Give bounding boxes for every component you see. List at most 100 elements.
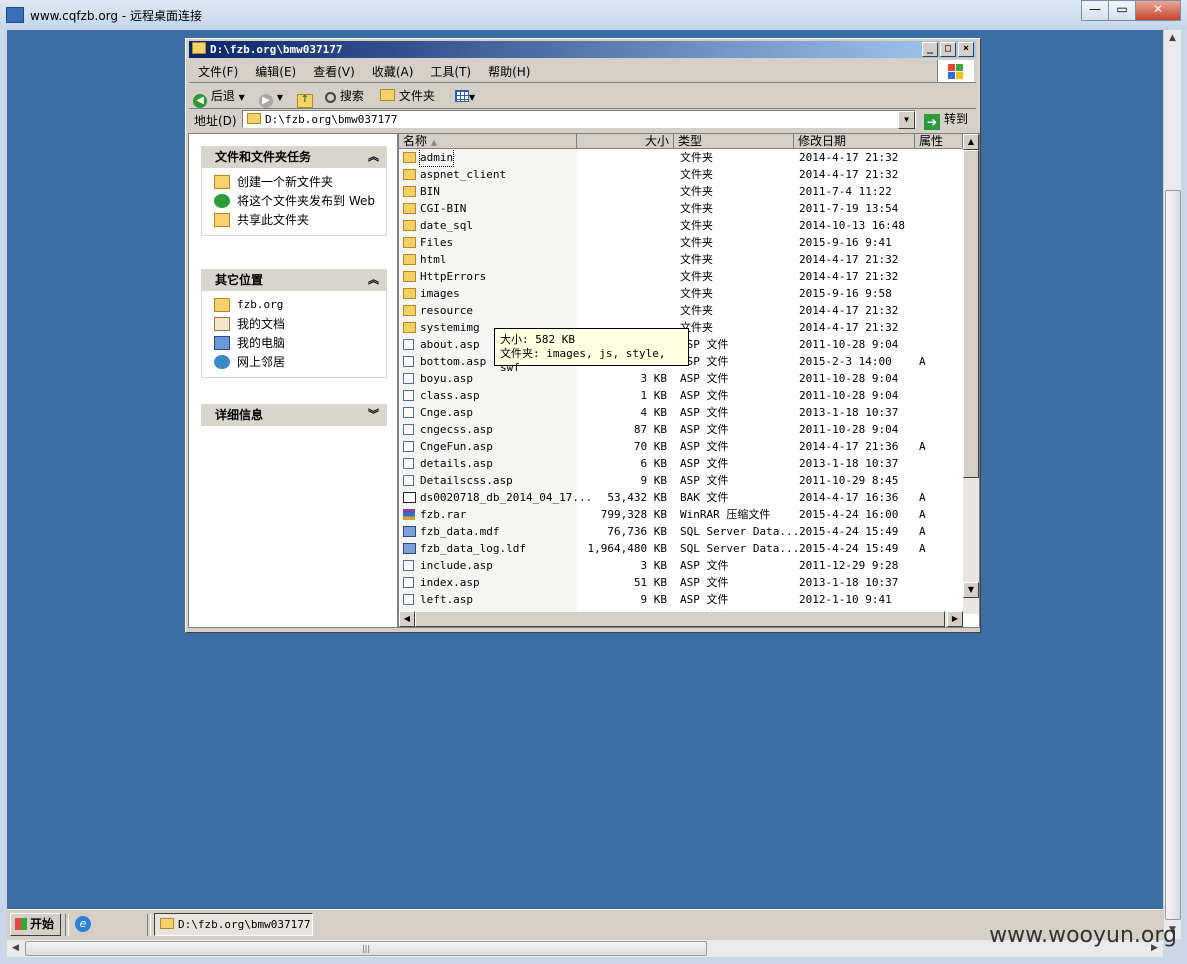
menu-help[interactable]: 帮助(H)	[479, 60, 538, 80]
details-header[interactable]: 详细信息 ︾	[201, 404, 387, 426]
place-my-computer[interactable]: 我的电脑	[214, 335, 386, 351]
address-input[interactable]: D:\fzb.org\bmw037177 ▼	[242, 110, 916, 129]
rdp-vertical-scrollbar[interactable]: ▲ ▼	[1163, 30, 1181, 939]
place-my-documents[interactable]: 我的文档	[214, 316, 386, 332]
dropdown-arrow-icon[interactable]: ▼	[277, 93, 283, 102]
file-name: HttpErrors	[420, 270, 487, 283]
file-list-vscroll-thumb[interactable]	[963, 150, 979, 478]
file-row[interactable]: Detailscss.asp 9 KB ASP 文件 2011-10-29 8:45	[399, 472, 963, 489]
file-row[interactable]: HttpErrors 文件夹 2014-4-17 21:32	[399, 268, 963, 285]
folder-icon	[403, 186, 416, 197]
menu-edit[interactable]: 编辑(E)	[246, 60, 304, 80]
collapse-chevron-icon[interactable]: ︽	[368, 269, 379, 291]
explorer-close-button[interactable]: ×	[958, 42, 974, 57]
panel-title: 文件和文件夹任务	[215, 150, 312, 164]
menu-tools[interactable]: 工具(T)	[421, 60, 479, 80]
asp-file-icon	[403, 339, 414, 350]
file-row[interactable]: aspnet_client 文件夹 2014-4-17 21:32	[399, 166, 963, 183]
file-folder-tasks-header[interactable]: 文件和文件夹任务 ︽	[201, 146, 387, 168]
file-row[interactable]: fzb_data.mdf 76,736 KB SQL Server Data... 2…	[399, 523, 963, 540]
column-type[interactable]: 类型	[674, 134, 794, 149]
column-attributes[interactable]: 属性	[915, 134, 963, 149]
file-row[interactable]: index.asp 51 KB ASP 文件 2013-1-18 10:37	[399, 574, 963, 591]
task-share-folder[interactable]: 共享此文件夹	[214, 212, 386, 228]
file-row[interactable]: cngecss.asp 87 KB ASP 文件 2011-10-28 9:04	[399, 421, 963, 438]
other-places-header[interactable]: 其它位置 ︽	[201, 269, 387, 291]
file-row[interactable]: CngeFun.asp 70 KB ASP 文件 2014-4-17 21:36 A	[399, 438, 963, 455]
column-size[interactable]: 大小	[577, 134, 674, 149]
ie-quicklaunch-icon[interactable]: e	[75, 916, 91, 932]
file-name: fzb.rar	[420, 508, 467, 521]
file-modified: 2011-10-28 9:04	[799, 389, 899, 402]
column-label: 修改日期	[798, 134, 847, 148]
file-row[interactable]: ds0020718_db_2014_04_17... 53,432 KB BAK 文…	[399, 489, 963, 506]
menu-favorites[interactable]: 收藏(A)	[363, 60, 422, 80]
up-folder-button[interactable]: ↑	[297, 87, 313, 108]
place-label: 我的文档	[237, 317, 286, 331]
expand-chevron-icon[interactable]: ︾	[368, 404, 379, 426]
menu-view[interactable]: 查看(V)	[304, 60, 363, 80]
file-name: fzb_data_log.ldf	[420, 542, 526, 555]
task-publish-web[interactable]: 将这个文件夹发布到 Web	[214, 193, 386, 209]
taskbar-item-explorer[interactable]: D:\fzb.org\bmw037177	[154, 913, 313, 936]
file-row[interactable]: html 文件夹 2014-4-17 21:32	[399, 251, 963, 268]
rdp-restore-button[interactable]: ▭	[1108, 0, 1136, 21]
go-button[interactable]: ➔ 转到	[924, 110, 968, 130]
rdp-minimize-button[interactable]: —	[1081, 0, 1109, 21]
scroll-down-arrow-icon[interactable]: ▼	[963, 582, 979, 598]
back-button[interactable]: ◀ 后退 ▼	[193, 87, 245, 108]
file-row[interactable]: CGI-BIN 文件夹 2011-7-19 13:54	[399, 200, 963, 217]
file-modified: 2014-10-13 16:48	[799, 219, 905, 232]
taskbar-item-label: D:\fzb.org\bmw037177	[178, 918, 311, 931]
rdp-close-button[interactable]: ✕	[1135, 0, 1181, 21]
search-icon	[325, 92, 336, 103]
explorer-maximize-button[interactable]: □	[940, 42, 956, 57]
file-row[interactable]: BIN 文件夹 2011-7-4 11:22	[399, 183, 963, 200]
file-list-vscrollbar[interactable]: ▲ ▼	[963, 134, 979, 614]
file-list-hscrollbar[interactable]: ◀ ▶	[399, 611, 963, 627]
dropdown-arrow-icon[interactable]: ▼	[239, 93, 245, 102]
menu-file[interactable]: 文件(F)	[189, 60, 246, 80]
file-row[interactable]: resource 文件夹 2014-4-17 21:32	[399, 302, 963, 319]
column-modified[interactable]: 修改日期	[794, 134, 915, 149]
file-row[interactable]: Files 文件夹 2015-9-16 9:41	[399, 234, 963, 251]
file-row[interactable]: class.asp 1 KB ASP 文件 2011-10-28 9:04	[399, 387, 963, 404]
file-row[interactable]: details.asp 6 KB ASP 文件 2013-1-18 10:37	[399, 455, 963, 472]
task-label: 将这个文件夹发布到 Web	[237, 194, 375, 208]
file-list-hscroll-thumb[interactable]	[415, 611, 945, 627]
collapse-chevron-icon[interactable]: ︽	[368, 146, 379, 168]
rdp-window-title: www.cqfzb.org - 远程桌面连接	[30, 9, 202, 23]
task-new-folder[interactable]: 创建一个新文件夹	[214, 174, 386, 190]
file-type: 文件夹	[680, 219, 713, 232]
scroll-up-arrow-icon[interactable]: ▲	[963, 134, 979, 150]
file-row[interactable]: include.asp 3 KB ASP 文件 2011-12-29 9:28	[399, 557, 963, 574]
column-name[interactable]: 名称 ▲	[399, 134, 577, 149]
rdp-hscroll-thumb[interactable]: |||	[25, 941, 707, 956]
file-type: 文件夹	[680, 202, 713, 215]
start-button[interactable]: 开始	[10, 913, 61, 936]
place-fzb-org[interactable]: fzb.org	[214, 297, 386, 313]
search-button[interactable]: 搜索	[325, 87, 364, 105]
scroll-left-arrow-icon[interactable]: ◀	[399, 611, 415, 627]
file-modified: 2015-4-24 16:00	[799, 508, 899, 521]
explorer-titlebar[interactable]: D:\fzb.org\bmw037177 _ □ ×	[189, 41, 976, 58]
file-row[interactable]: Cnge.asp 4 KB ASP 文件 2013-1-18 10:37	[399, 404, 963, 421]
file-type: 文件夹	[680, 151, 713, 164]
place-network[interactable]: 网上邻居	[214, 354, 386, 370]
explorer-minimize-button[interactable]: _	[922, 42, 938, 57]
file-row[interactable]: images 文件夹 2015-9-16 9:58	[399, 285, 963, 302]
file-row[interactable]: fzb.rar 799,328 KB WinRAR 压缩文件 2015-4-24 16…	[399, 506, 963, 523]
address-dropdown-button[interactable]: ▼	[898, 111, 915, 129]
rdp-vscroll-thumb[interactable]	[1165, 190, 1181, 920]
file-row[interactable]: left.asp 9 KB ASP 文件 2012-1-10 9:41	[399, 591, 963, 608]
file-row[interactable]: fzb_data_log.ldf 1,964,480 KB SQL Server D…	[399, 540, 963, 557]
views-button[interactable]: ▼	[455, 87, 475, 105]
scroll-right-arrow-icon[interactable]: ▶	[947, 611, 963, 627]
scroll-left-arrow-icon[interactable]: ◀	[7, 940, 24, 957]
file-row[interactable]: admin 文件夹 2014-4-17 21:32	[399, 149, 963, 167]
file-row[interactable]: date_sql 文件夹 2014-10-13 16:48	[399, 217, 963, 234]
folders-button[interactable]: 文件夹	[380, 87, 435, 105]
scroll-up-arrow-icon[interactable]: ▲	[1164, 30, 1181, 47]
forward-button[interactable]: ▶ ▼	[259, 87, 283, 108]
rdp-titlebar[interactable]: www.cqfzb.org - 远程桌面连接 — ▭ ✕	[0, 0, 1187, 30]
